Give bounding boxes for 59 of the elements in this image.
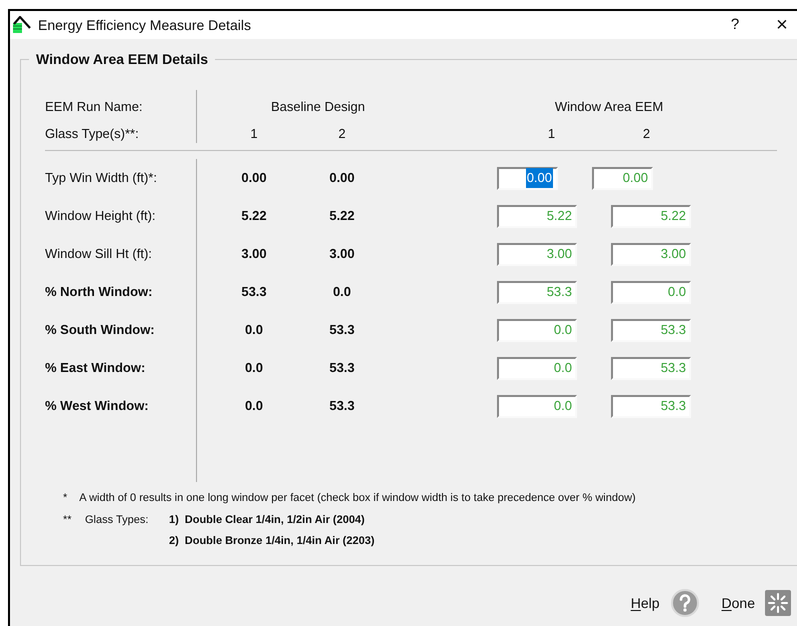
help-icon: [670, 588, 700, 618]
baseline-value: 0.00: [328, 169, 356, 188]
baseline-value: 5.22: [328, 207, 356, 226]
baseline-value: 3.00: [240, 245, 268, 264]
glass-type-name: Double Clear 1/4in, 1/2in Air (2004): [184, 512, 365, 528]
row-label: % South Window:: [45, 311, 197, 349]
baseline-value: 53.3: [328, 359, 356, 378]
value-field[interactable]: 0.00: [497, 166, 558, 190]
baseline-value: 0.0: [332, 283, 352, 302]
row-label: % North Window:: [45, 273, 197, 311]
baseline-value: 53.3: [240, 283, 268, 302]
glass-type-label: Glass Type(s)**:: [45, 124, 140, 143]
footnote-text: A width of 0 results in one long window per facet (check box if window width is to take precedence over % window): [79, 491, 636, 506]
window-title: Energy Efficiency Measure Details: [38, 16, 251, 35]
column-number: 1: [249, 124, 259, 142]
run-name-label: EEM Run Name:: [45, 98, 144, 116]
value-field[interactable]: 0.00: [592, 166, 653, 190]
baseline-heading: Baseline Design: [270, 98, 366, 116]
value-field[interactable]: 53.3: [611, 356, 691, 380]
sparkle-icon: [765, 590, 791, 616]
value-field[interactable]: 5.22: [611, 204, 691, 228]
value-field[interactable]: 3.00: [497, 242, 577, 266]
baseline-value: 53.3: [328, 397, 356, 416]
value-field[interactable]: 53.3: [611, 394, 691, 418]
row-label: % East Window:: [45, 349, 197, 387]
row-label: % West Window:: [45, 387, 197, 425]
eem-heading: Window Area EEM: [554, 98, 664, 116]
baseline-value: 3.00: [328, 245, 356, 264]
baseline-value: 0.0: [244, 397, 264, 416]
help-link[interactable]: Help: [630, 592, 660, 614]
value-field[interactable]: 3.00: [611, 242, 691, 266]
value-field[interactable]: 0.0: [497, 356, 577, 380]
value-field[interactable]: 0.0: [497, 394, 577, 418]
baseline-value: 0.0: [244, 321, 264, 340]
column-number: 1: [546, 124, 556, 142]
column-number: 2: [337, 124, 347, 142]
glass-types-label: Glass Types:: [85, 512, 150, 528]
close-button[interactable]: ×: [767, 14, 797, 36]
value-field[interactable]: 0.0: [611, 280, 691, 304]
baseline-value: 5.22: [240, 207, 268, 226]
row-label: Window Sill Ht (ft):: [45, 235, 197, 273]
baseline-value: 53.3: [328, 321, 356, 340]
baseline-value: 0.00: [240, 169, 268, 188]
value-field[interactable]: 5.22: [497, 204, 577, 228]
footnote-mark: *: [63, 491, 68, 506]
value-field[interactable]: 53.3: [611, 318, 691, 342]
baseline-value: 0.0: [244, 359, 264, 378]
glass-type-number: 2): [169, 534, 179, 549]
column-number: 2: [642, 124, 652, 142]
row-label: Window Height (ft):: [45, 197, 197, 235]
app-icon: [12, 16, 32, 34]
footnote-mark: **: [63, 512, 73, 528]
help-button[interactable]: ?: [713, 14, 757, 36]
value-field[interactable]: 53.3: [497, 280, 577, 304]
glass-type-number: 1): [169, 512, 179, 528]
glass-type-name: Double Bronze 1/4in, 1/4in Air (2203): [184, 534, 374, 549]
done-link[interactable]: Done: [722, 592, 755, 614]
row-label: Typ Win Width (ft)*:: [45, 159, 197, 197]
value-field[interactable]: 0.0: [497, 318, 577, 342]
